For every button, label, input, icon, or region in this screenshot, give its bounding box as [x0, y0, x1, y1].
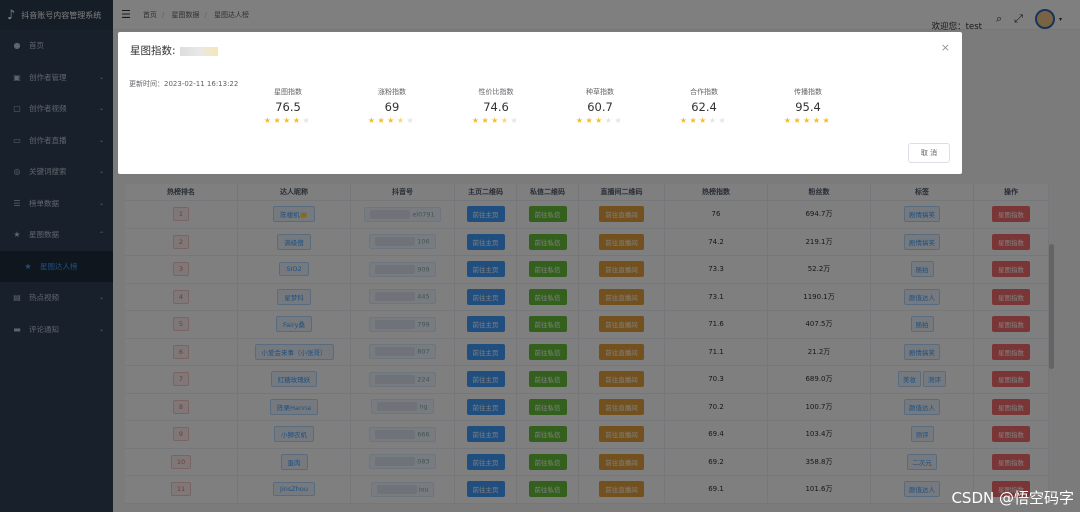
star-icon: ★	[302, 116, 313, 125]
update-time: 更新时间：2023-02-11 16:13:22	[129, 80, 239, 88]
metric-value: 69	[384, 100, 400, 114]
star-icon: ★	[793, 116, 804, 125]
star-rating: ★★★★★	[652, 116, 756, 125]
star-icon: ★	[396, 116, 407, 125]
metric-value: 76.5	[275, 100, 301, 114]
blurred-name	[179, 46, 218, 56]
metric-item: 种草指数 60.7 ★★★★★	[548, 87, 652, 125]
star-rating: ★★★★★	[548, 116, 652, 125]
metric-value: 74.6	[483, 100, 509, 114]
star-icon: ★	[689, 116, 700, 125]
star-icon: ★	[708, 116, 719, 125]
dialog-title: 星图指数:	[130, 43, 218, 58]
star-rating: ★★★★★	[444, 116, 548, 125]
star-icon: ★	[481, 116, 492, 125]
metric-item: 合作指数 62.4 ★★★★★	[652, 87, 756, 125]
star-icon: ★	[406, 116, 417, 125]
star-icon: ★	[500, 116, 511, 125]
star-icon: ★	[510, 116, 521, 125]
metric-value: 62.4	[691, 100, 717, 114]
star-icon: ★	[292, 116, 303, 125]
star-icon: ★	[822, 116, 833, 125]
metric-item: 涨粉指数 69 ★★★★★	[340, 87, 444, 125]
star-icon: ★	[387, 116, 397, 125]
metric-label: 涨粉指数	[378, 88, 406, 96]
metric-item: 性价比指数 74.6 ★★★★★	[444, 87, 548, 125]
metric-value: 60.7	[587, 100, 613, 114]
metric-item: 传播指数 95.4 ★★★★★	[756, 87, 860, 125]
star-icon: ★	[699, 116, 709, 125]
star-icon: ★	[803, 116, 813, 125]
watermark: CSDN @悟空码字	[951, 489, 1074, 507]
metric-value: 95.4	[795, 100, 821, 114]
cancel-button[interactable]: 取 消	[908, 143, 950, 163]
star-icon: ★	[718, 116, 729, 125]
star-icon: ★	[614, 116, 625, 125]
star-icon: ★	[283, 116, 293, 125]
metric-label: 种草指数	[586, 88, 614, 96]
star-rating: ★★★★★	[756, 116, 860, 125]
star-icon: ★	[273, 116, 284, 125]
star-rating: ★★★★★	[340, 116, 444, 125]
star-icon: ★	[595, 116, 605, 125]
star-rating: ★★★★★	[236, 116, 340, 125]
star-icon: ★	[812, 116, 823, 125]
metric-item: 星图指数 76.5 ★★★★★	[236, 87, 340, 125]
metric-label: 传播指数	[794, 88, 822, 96]
star-icon: ★	[377, 116, 388, 125]
close-icon[interactable]: ×	[941, 41, 950, 54]
metric-label: 合作指数	[690, 88, 718, 96]
metric-label: 性价比指数	[478, 88, 514, 96]
metric-label: 星图指数	[274, 88, 302, 96]
metrics-row: 星图指数 76.5 ★★★★★ 涨粉指数 69 ★★★★★ 性价比指数 74.6 ★★★★★ 种草…	[236, 87, 860, 125]
star-icon: ★	[491, 116, 501, 125]
star-index-dialog: 星图指数: × 更新时间：2023-02-11 16:13:22 星图指数 76.…	[118, 32, 962, 174]
star-icon: ★	[604, 116, 615, 125]
star-icon: ★	[585, 116, 596, 125]
